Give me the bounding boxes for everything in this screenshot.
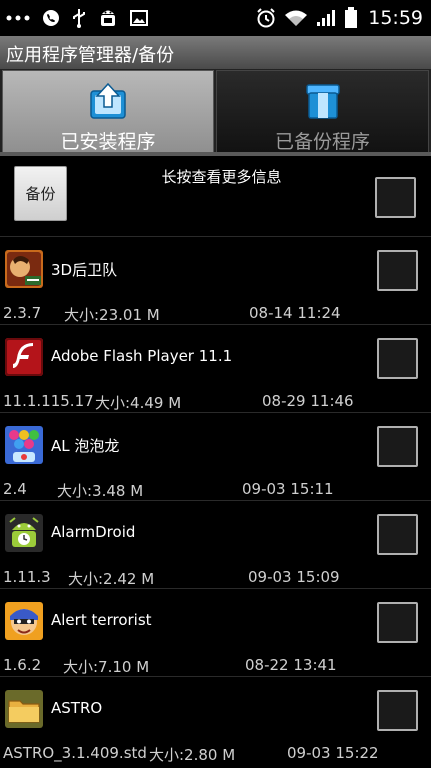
status-bar-left [6,0,148,36]
app-name: ASTRO [51,699,103,717]
app-date: 08-22 13:41 [245,656,337,674]
app-checkbox[interactable] [377,690,418,731]
divider [0,676,431,677]
app-version: 2.4 [3,480,27,498]
more-dots-icon [6,14,30,22]
alarm-icon [256,8,276,28]
app-version: 1.6.2 [3,656,42,674]
app-date: 09-03 15:11 [242,480,334,498]
list-item[interactable]: ASTRO ASTRO_3.1.409.std 大小:2.80 M 09-03 … [0,676,431,764]
usb-icon [72,8,86,28]
app-size: 大小:3.48 M [57,482,144,500]
flash-icon [5,338,43,376]
image-icon [130,10,148,26]
app-name: Alert terrorist [51,611,152,629]
action-row: 备份 长按查看更多信息 [0,160,431,228]
signal-icon [316,9,336,27]
app-name: 3D后卫队 [51,261,118,279]
folder-icon [5,690,43,728]
archive-box-icon [303,81,343,125]
app-size: 大小:23.01 M [64,306,160,324]
app-size: 大小:7.10 M [63,658,150,676]
app-date: 09-03 15:09 [248,568,340,586]
app-checkbox[interactable] [377,250,418,291]
app-checkbox[interactable] [377,338,418,379]
tab-bar: 已安装程序 已备份程序 [0,70,431,156]
app-date: 09-03 15:22 [287,744,379,762]
app-name: Adobe Flash Player 11.1 [51,347,233,365]
list-item[interactable]: Alert terrorist 1.6.2 大小:7.10 M 08-22 13… [0,588,431,676]
list-item[interactable]: AL 泡泡龙 2.4 大小:3.48 M 09-03 15:11 [0,412,431,500]
app-version: 11.1.115.17 [3,392,94,410]
title-bar: 应用程序管理器/备份 [0,36,431,70]
app-name: AL 泡泡龙 [51,437,120,455]
app-size: 大小:4.49 M [95,394,182,412]
app-date: 08-29 11:46 [262,392,354,410]
app-version: ASTRO_3.1.409.std [3,744,147,762]
game-3d-icon [5,250,43,288]
page-title: 应用程序管理器/备份 [6,45,175,66]
battery-icon [344,7,358,29]
app-size: 大小:2.80 M [149,746,236,764]
divider [0,324,431,325]
app-size: 大小:2.42 M [68,570,155,588]
app-date: 08-14 11:24 [249,304,341,322]
app-version: 1.11.3 [3,568,51,586]
android-debug-icon [98,8,118,28]
phone-icon [42,9,60,27]
tab-backed-up-label: 已备份程序 [274,131,370,153]
wifi-icon [284,9,308,27]
list-item[interactable]: AlarmDroid 1.11.3 大小:2.42 M 09-03 15:09 [0,500,431,588]
app-version: 2.3.7 [3,304,42,322]
status-time: 15:59 [368,7,423,29]
app-checkbox[interactable] [377,514,418,555]
divider [0,236,431,237]
list-item[interactable]: 3D后卫队 2.3.7 大小:23.01 M 08-14 11:24 [0,236,431,324]
list-item[interactable]: Adobe Flash Player 11.1 11.1.115.17 大小:4… [0,324,431,412]
tab-installed[interactable]: 已安装程序 [2,70,214,156]
tab-installed-label: 已安装程序 [60,131,156,153]
app-checkbox[interactable] [377,602,418,643]
terrorist-game-icon [5,602,43,640]
app-name: AlarmDroid [51,523,136,541]
status-bar: 15:59 [0,0,431,36]
app-checkbox[interactable] [377,426,418,467]
divider [0,500,431,501]
tab-backed-up[interactable]: 已备份程序 [216,70,429,156]
divider [0,412,431,413]
alarm-droid-icon [5,514,43,552]
bubble-game-icon [5,426,43,464]
select-all-checkbox[interactable] [375,177,416,218]
divider [0,588,431,589]
tab-underline [0,152,431,156]
status-bar-right: 15:59 [256,0,423,36]
upload-box-icon [88,81,128,125]
long-press-hint: 长按查看更多信息 [161,168,282,186]
